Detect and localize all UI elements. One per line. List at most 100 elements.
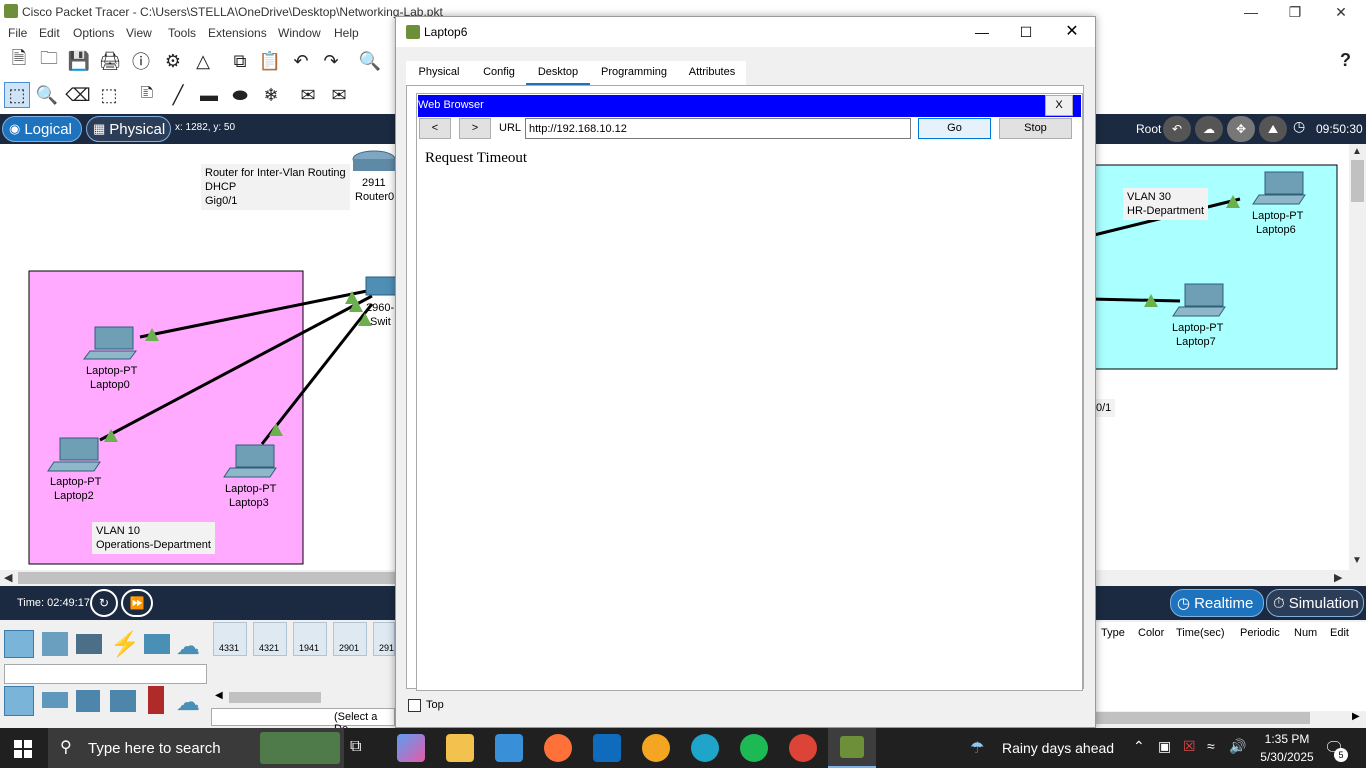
menu-help[interactable]: Help [334, 26, 359, 40]
resize-icon[interactable]: ⬚ [96, 82, 122, 108]
scroll-down-icon[interactable]: ▼ [1352, 555, 1362, 566]
device-list-scrollbar[interactable]: ◀ [211, 690, 395, 705]
note-icon[interactable]: 🗈 [134, 82, 160, 108]
miscellaneous-icon[interactable] [144, 634, 170, 654]
url-input[interactable] [525, 118, 911, 139]
open-folder-icon[interactable]: 🗀 [36, 48, 62, 74]
microsoft-store-icon[interactable] [495, 734, 523, 762]
end-devices-icon[interactable] [42, 632, 68, 656]
realtime-button[interactable]: ◷ Realtime [1170, 589, 1264, 617]
menu-view[interactable]: View [126, 26, 152, 40]
stop-button[interactable]: Stop [999, 118, 1072, 139]
show-hidden-icons[interactable]: ⌃ [1133, 738, 1145, 755]
physical-mode-button[interactable]: ▦ Physical [86, 116, 171, 142]
tab-attributes[interactable]: Attributes [678, 61, 746, 85]
multiuser-icon[interactable]: ☁ [176, 632, 200, 661]
network-wizard-icon[interactable]: ⚙ [160, 48, 186, 74]
paste-icon[interactable]: 📋 [257, 48, 283, 74]
logical-mode-button[interactable]: ◉ Logical [2, 116, 82, 142]
security-subcategory-icon[interactable] [148, 686, 164, 714]
back-icon[interactable]: ↶ [1163, 116, 1191, 142]
info-icon[interactable]: ⓘ [128, 48, 154, 74]
taskbar-date[interactable]: 5/30/2025 [1254, 750, 1320, 764]
simple-pdu-icon[interactable]: ✉ [295, 82, 321, 108]
packet-tracer-task-button[interactable] [828, 728, 876, 768]
copilot-icon[interactable] [397, 734, 425, 762]
print-icon[interactable]: 🖨 [97, 48, 123, 74]
menu-window[interactable]: Window [278, 26, 321, 40]
horizontal-scroll-thumb[interactable] [18, 572, 398, 584]
wireless-subcategory-icon[interactable] [110, 690, 136, 712]
workspace-vertical-scrollbar[interactable]: ▲ ▼ [1349, 144, 1366, 570]
tab-desktop[interactable]: Desktop [526, 61, 590, 85]
save-icon[interactable]: 💾 [66, 48, 92, 74]
windows-start-icon[interactable] [14, 740, 32, 758]
router-2911-item[interactable]: 291 [373, 622, 395, 656]
pdu-scrollbar[interactable]: ▶ [1096, 711, 1366, 725]
top-checkbox[interactable] [408, 699, 421, 712]
taskbar-time[interactable]: 1:35 PM [1256, 732, 1318, 746]
delete-icon[interactable]: ⌫ [65, 82, 91, 108]
complex-pdu-icon[interactable]: ✉ [326, 82, 352, 108]
weather-text[interactable]: Rainy days ahead [1002, 740, 1114, 756]
brave-icon[interactable] [642, 734, 670, 762]
dialog-maximize-icon[interactable]: ☐ [1006, 21, 1046, 43]
background-image-icon[interactable]: ⛰ [1259, 116, 1287, 142]
taskbar-search-box[interactable]: ⚲ Type here to search [48, 728, 344, 768]
components-icon[interactable] [76, 634, 102, 654]
browser-close-button[interactable]: X [1045, 95, 1073, 116]
edge-icon[interactable] [691, 734, 719, 762]
switches-subcategory-icon[interactable] [42, 692, 68, 708]
device-scroll-left-icon[interactable]: ◀ [215, 690, 223, 701]
router-4321-item[interactable]: 4321 [253, 622, 287, 656]
file-explorer-icon[interactable] [446, 734, 474, 762]
copy-icon[interactable]: ⧉ [227, 48, 253, 74]
power-cycle-icon[interactable]: ↻ [90, 589, 118, 617]
redo-icon[interactable]: ↷ [318, 48, 344, 74]
simulation-button[interactable]: ⏱ Simulation [1266, 589, 1364, 617]
undo-icon[interactable]: ↶ [288, 48, 314, 74]
switch-icon[interactable] [365, 276, 397, 296]
menu-tools[interactable]: Tools [168, 26, 196, 40]
wifi-icon[interactable]: ≈ [1207, 738, 1215, 754]
vertical-scroll-thumb[interactable] [1351, 160, 1364, 202]
inspect-icon[interactable]: 🔍 [34, 82, 60, 108]
minimize-icon[interactable]: — [1228, 2, 1274, 22]
menu-file[interactable]: File [8, 26, 27, 40]
wan-emulation-icon[interactable]: ☁ [176, 688, 200, 717]
chrome-icon[interactable] [789, 734, 817, 762]
spotify-icon[interactable] [740, 734, 768, 762]
freeform-icon[interactable]: ❄ [258, 82, 284, 108]
connections-icon[interactable]: ⚡ [110, 630, 140, 659]
go-button[interactable]: Go [918, 118, 991, 139]
volume-icon[interactable]: 🔊 [1229, 738, 1246, 755]
weather-icon[interactable]: ☂ [970, 738, 984, 758]
line-icon[interactable]: ╱ [165, 82, 191, 108]
browser-back-button[interactable]: < [419, 118, 451, 139]
restore-icon[interactable]: ❐ [1272, 2, 1318, 22]
tab-config[interactable]: Config [472, 61, 526, 85]
rectangle-icon[interactable]: ▬ [196, 82, 222, 108]
scroll-right-icon[interactable]: ▶ [1334, 571, 1342, 584]
menu-options[interactable]: Options [73, 26, 114, 40]
select-icon[interactable]: ⬚ [4, 82, 30, 108]
battery-warning-icon[interactable]: ☒ [1183, 738, 1196, 755]
router-4331-item[interactable]: 4331 [213, 622, 247, 656]
browser-forward-button[interactable]: > [459, 118, 491, 139]
outlook-icon[interactable] [593, 734, 621, 762]
menu-extensions[interactable]: Extensions [208, 26, 267, 40]
routers-subcategory-icon[interactable] [4, 686, 34, 716]
new-file-icon[interactable]: 🗎 [6, 48, 32, 74]
tab-physical[interactable]: Physical [406, 61, 472, 85]
dialog-minimize-icon[interactable]: — [962, 21, 1002, 43]
activity-wizard-icon[interactable]: △ [190, 48, 216, 74]
device-icon[interactable]: ▣ [1158, 738, 1171, 755]
zoom-in-icon[interactable]: 🔍 [357, 48, 383, 74]
scroll-up-icon[interactable]: ▲ [1352, 146, 1362, 157]
device-scroll-thumb[interactable] [229, 692, 321, 703]
tab-programming[interactable]: Programming [590, 61, 678, 85]
close-icon[interactable]: ✕ [1318, 2, 1364, 22]
pdu-scroll-right-icon[interactable]: ▶ [1352, 711, 1360, 722]
fast-forward-icon[interactable]: ⏩ [121, 589, 153, 617]
scroll-left-icon[interactable]: ◀ [4, 571, 12, 584]
